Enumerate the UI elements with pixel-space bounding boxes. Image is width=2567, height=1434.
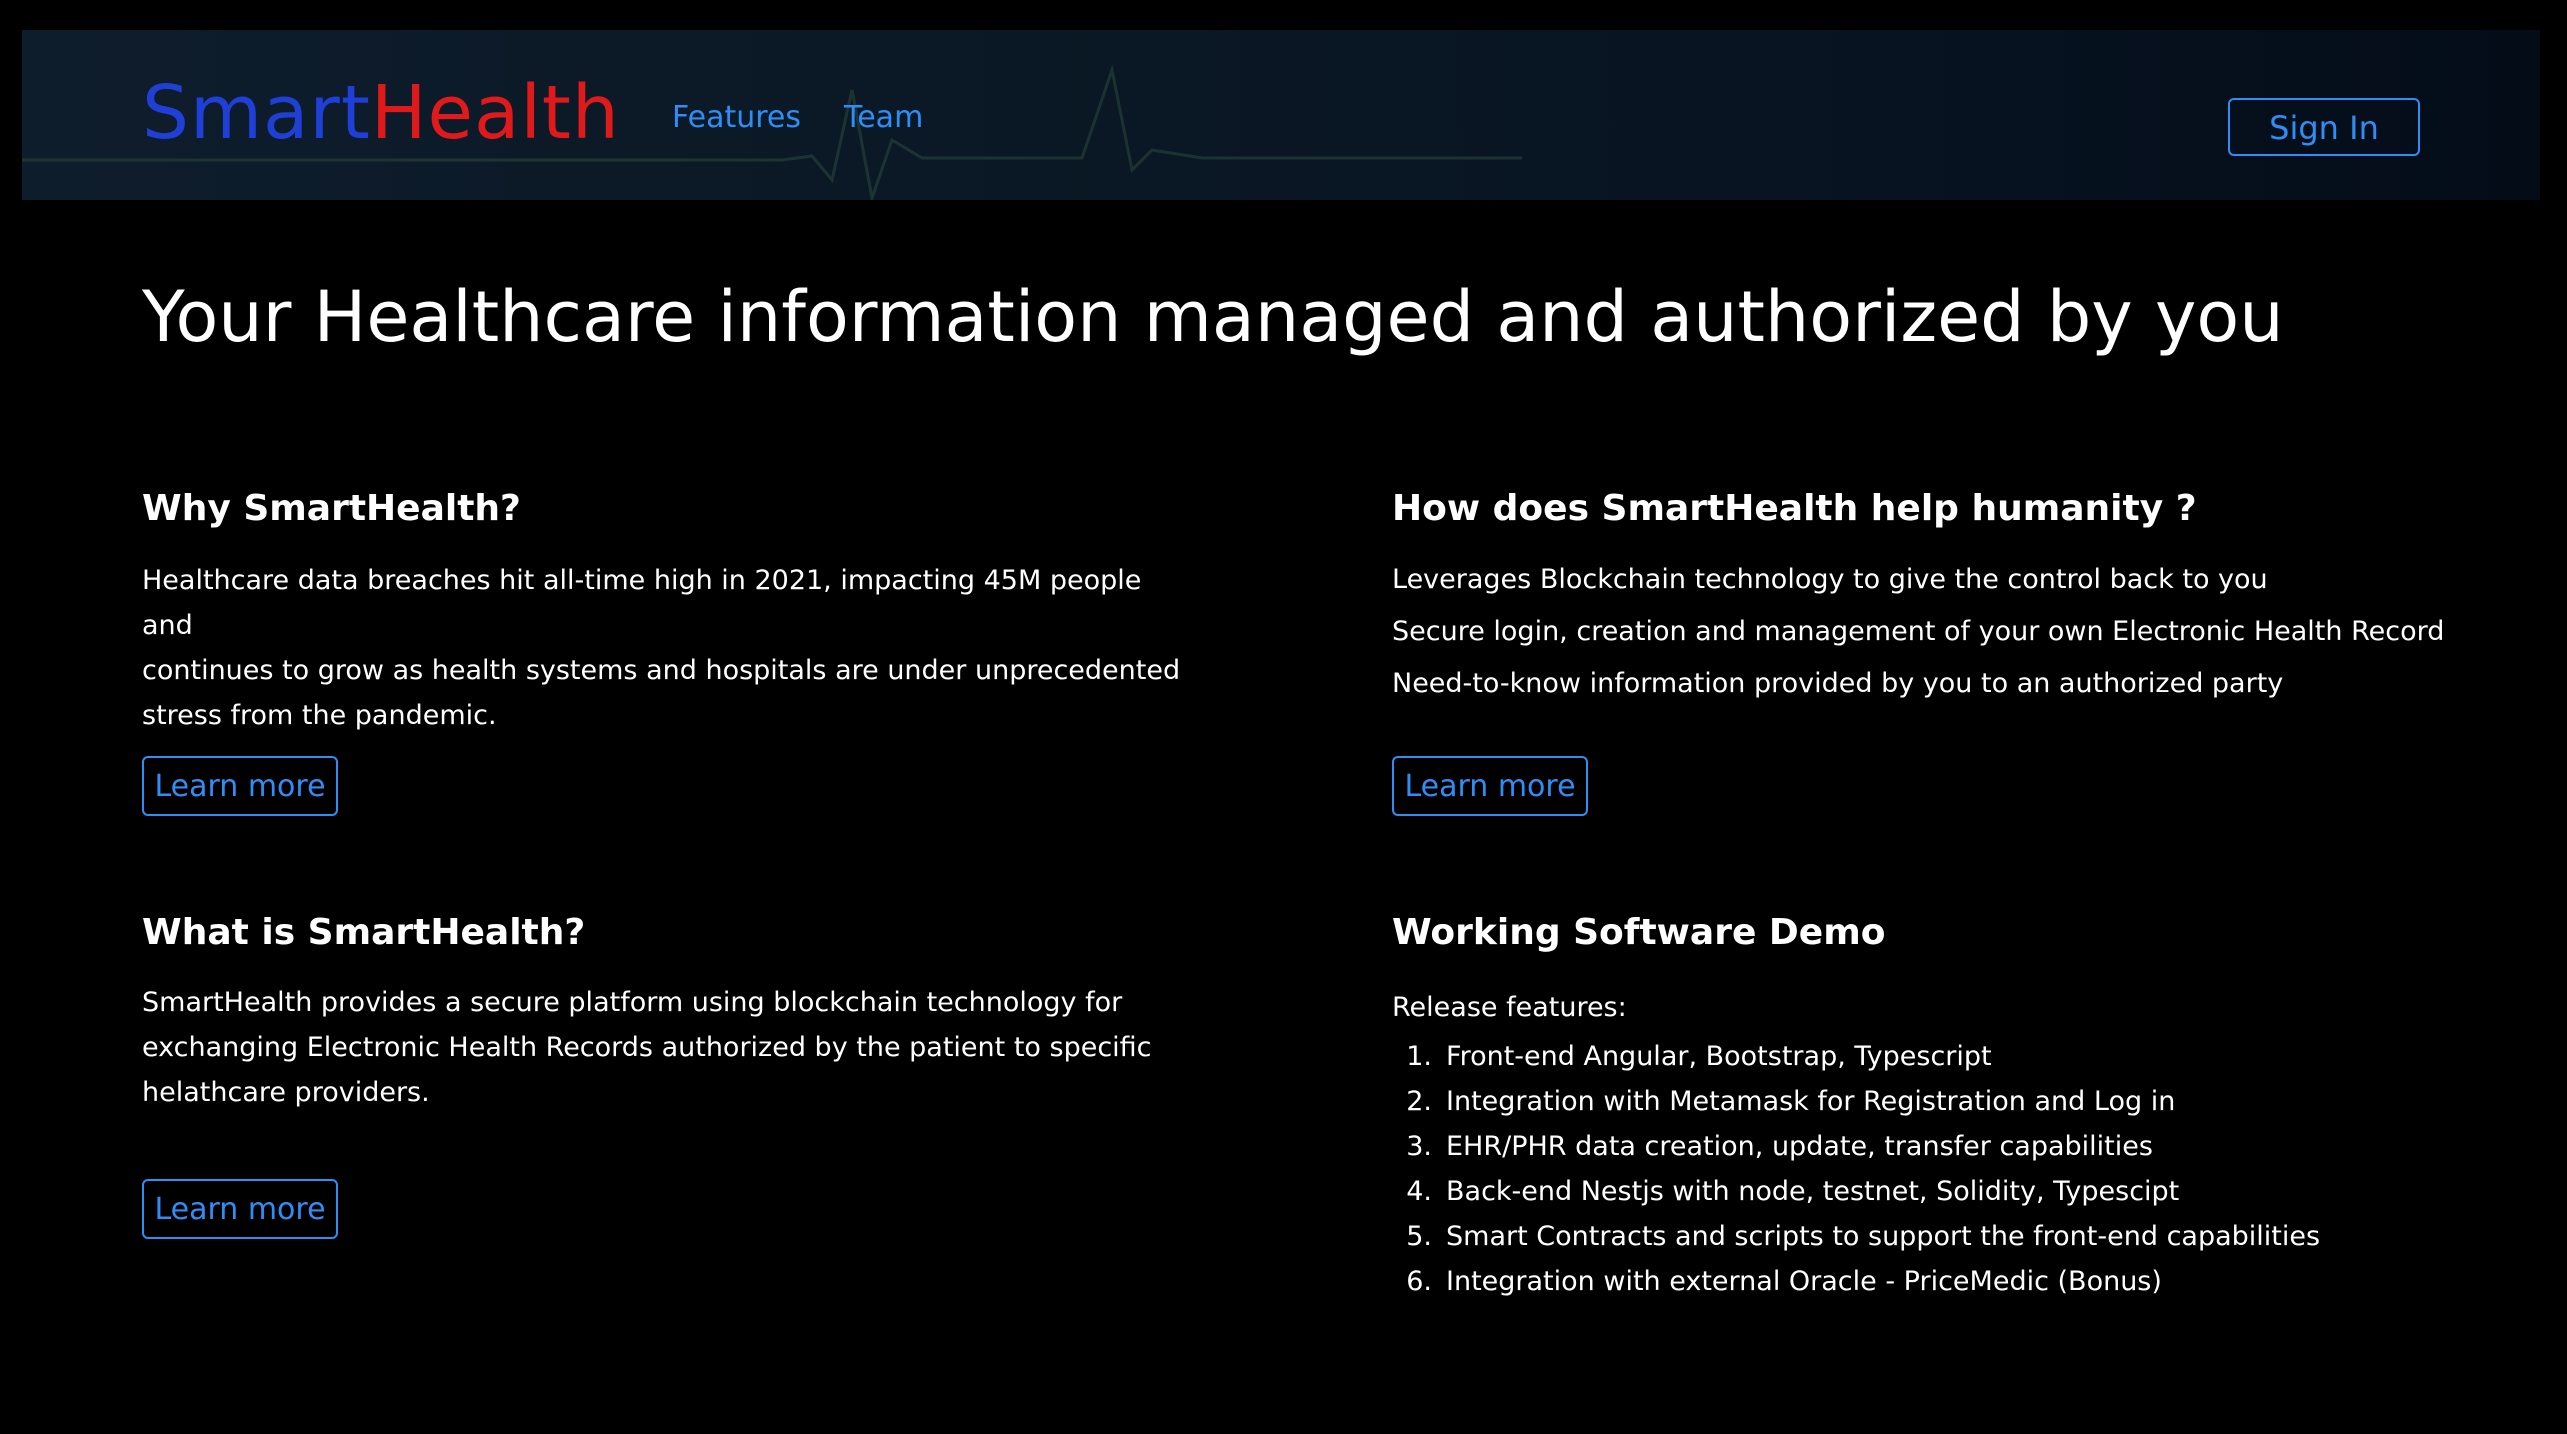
section-demo-heading: Working Software Demo <box>1392 912 1886 953</box>
release-features-list: 1. Front-end Angular, Bootstrap, Typescri… <box>1392 1034 2442 1304</box>
list-item: 6. Integration with external Oracle - Pri… <box>1392 1259 2442 1304</box>
sign-in-button[interactable]: Sign In <box>2228 98 2420 156</box>
section-why-text-line: Healthcare data breaches hit all-time hi… <box>142 565 1142 641</box>
section-how: How does SmartHealth help humanity ? Lev… <box>1392 484 2445 710</box>
list-item: 2. Integration with Metamask for Registra… <box>1392 1079 2442 1124</box>
list-item: 1. Front-end Angular, Bootstrap, Typescri… <box>1392 1034 2442 1079</box>
list-item-number: 1. <box>1406 1041 1432 1072</box>
section-how-heading: How does SmartHealth help humanity ? <box>1392 488 2197 529</box>
hero-title: Your Healthcare information managed and … <box>142 276 2284 358</box>
section-why-text-line: stress from the pandemic. <box>142 700 497 731</box>
list-item-text: Back-end Nestjs with node, testnet, Soli… <box>1446 1176 2180 1207</box>
list-item-text: EHR/PHR data creation, update, transfer … <box>1446 1131 2153 1162</box>
section-why: Why SmartHealth? Healthcare data breache… <box>142 484 1192 738</box>
nav-link-features[interactable]: Features <box>672 98 801 138</box>
section-what-text-line: SmartHealth provides a secure platform u… <box>142 987 1123 1018</box>
brand-logo-health: Health <box>370 70 620 156</box>
list-item-text: Front-end Angular, Bootstrap, Typescript <box>1446 1041 1992 1072</box>
section-how-text-line: Leverages Blockchain technology to give … <box>1392 564 2268 595</box>
list-item-text: Smart Contracts and scripts to support t… <box>1446 1221 2321 1252</box>
list-item-number: 6. <box>1406 1266 1432 1297</box>
nav-link-team[interactable]: Team <box>844 98 923 138</box>
list-item-number: 5. <box>1406 1221 1432 1252</box>
list-item-text: Integration with Metamask for Registrati… <box>1446 1086 2176 1117</box>
section-why-heading: Why SmartHealth? <box>142 488 521 529</box>
navbar: SmartHealth Features Team Sign In <box>22 30 2540 200</box>
list-item: 5. Smart Contracts and scripts to support… <box>1392 1214 2442 1259</box>
list-item-number: 4. <box>1406 1176 1432 1207</box>
section-what-text-line: helathcare providers. <box>142 1077 430 1108</box>
section-demo: Working Software Demo Release features: … <box>1392 908 2442 1304</box>
list-item: 4. Back-end Nestjs with node, testnet, So… <box>1392 1169 2442 1214</box>
section-how-text-line: Secure login, creation and management of… <box>1392 616 2445 647</box>
section-demo-intro: Release features: <box>1392 992 1627 1023</box>
section-how-text-line: Need-to-know information provided by you… <box>1392 668 2284 699</box>
list-item: 3. EHR/PHR data creation, update, transfe… <box>1392 1124 2442 1169</box>
section-why-text-line: continues to grow as health systems and … <box>142 655 1181 686</box>
list-item-number: 2. <box>1406 1086 1432 1117</box>
brand-logo-smart: Smart <box>142 70 371 156</box>
learn-more-how-button[interactable]: Learn more <box>1392 756 1588 816</box>
section-what-heading: What is SmartHealth? <box>142 912 586 953</box>
list-item-text: Integration with external Oracle - Price… <box>1446 1266 2162 1297</box>
section-what: What is SmartHealth? SmartHealth provide… <box>142 908 1192 1115</box>
learn-more-what-button[interactable]: Learn more <box>142 1179 338 1239</box>
section-what-text-line: exchanging Electronic Health Records aut… <box>142 1032 1152 1063</box>
learn-more-why-button[interactable]: Learn more <box>142 756 338 816</box>
list-item-number: 3. <box>1406 1131 1432 1162</box>
brand-logo[interactable]: SmartHealth <box>142 68 620 158</box>
